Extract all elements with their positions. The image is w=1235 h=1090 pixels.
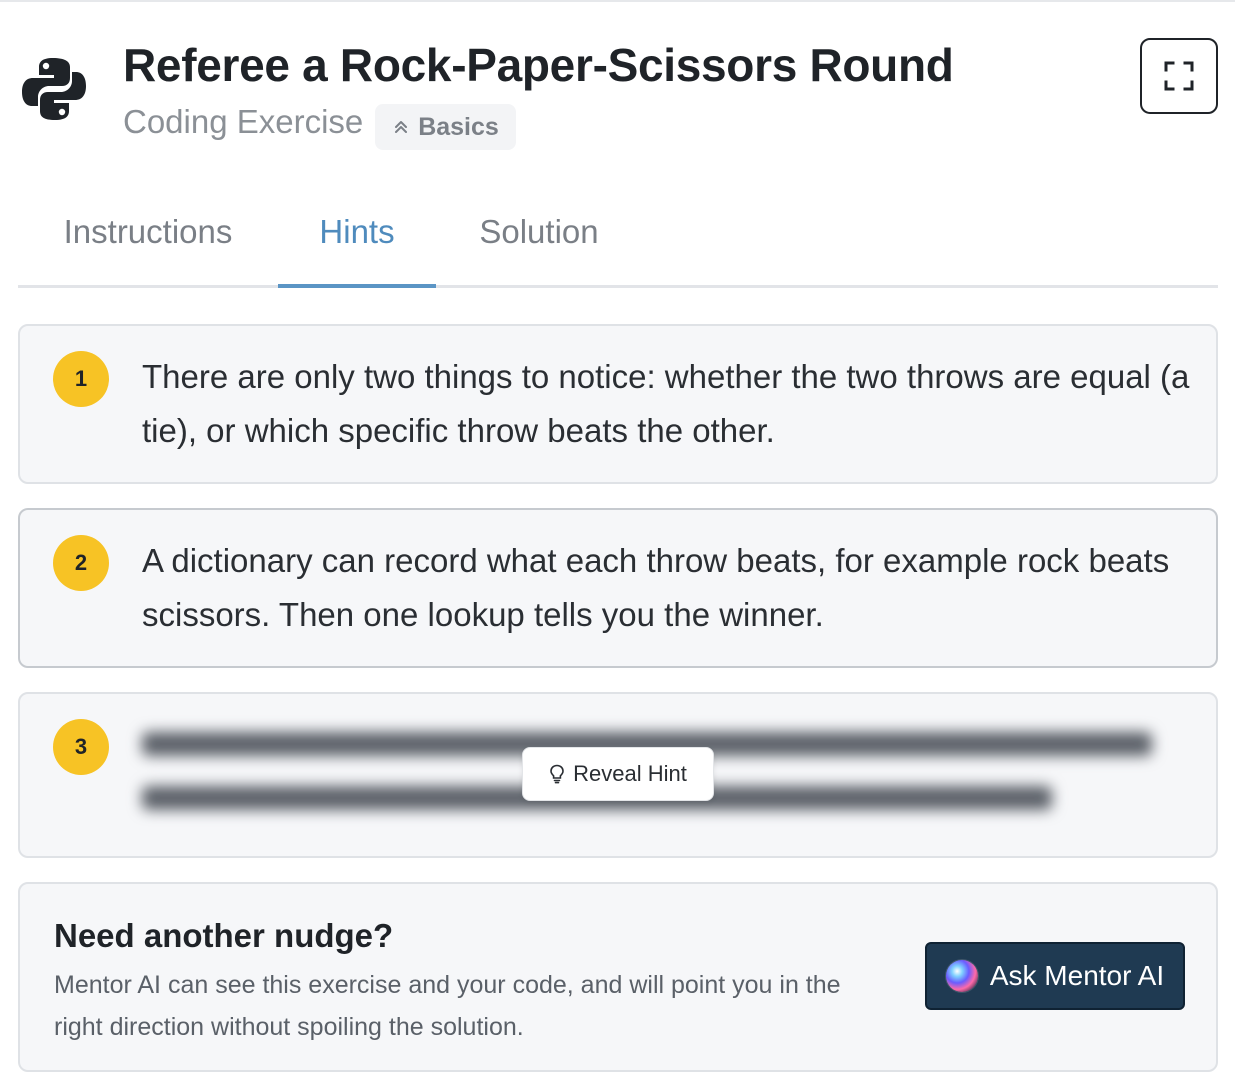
- mentor-ai-orb-icon: [945, 960, 978, 992]
- tab-hints[interactable]: Hints: [278, 200, 436, 288]
- hint-card-2: 2 A dictionary can record what each thro…: [18, 508, 1218, 668]
- page-title: Referee a Rock-Paper-Scissors Round: [123, 39, 954, 91]
- double-chevron-up-icon: [395, 121, 408, 133]
- hint-number-badge: 1: [53, 351, 109, 407]
- ask-mentor-ai-label: Ask Mentor AI: [989, 960, 1165, 991]
- lightbulb-icon: [550, 764, 564, 784]
- expand-icon: [1164, 61, 1194, 91]
- level-badge-label: Basics: [418, 112, 499, 141]
- tab-solution[interactable]: Solution: [474, 200, 604, 288]
- tab-bar: Instructions Hints Solution: [18, 200, 1218, 288]
- ask-mentor-ai-button[interactable]: Ask Mentor AI: [925, 942, 1185, 1010]
- top-divider: [0, 0, 1235, 2]
- hint-text: A dictionary can record what each throw …: [142, 542, 1170, 633]
- hint-number-badge: 3: [53, 719, 109, 775]
- hint-card-3: 3 Reveal Hint: [18, 692, 1218, 858]
- python-logo-icon: [22, 56, 86, 122]
- mentor-title: Need another nudge?: [54, 917, 394, 954]
- fullscreen-button[interactable]: [1140, 38, 1218, 114]
- level-badge: Basics: [375, 104, 516, 150]
- tab-instructions[interactable]: Instructions: [58, 200, 238, 288]
- hint-number-badge: 2: [53, 535, 109, 591]
- hint-card-1: 1 There are only two things to notice: w…: [18, 324, 1218, 484]
- reveal-hint-label: Reveal Hint: [573, 761, 687, 786]
- page-subtitle: Coding Exercise: [123, 103, 364, 140]
- reveal-hint-button[interactable]: Reveal Hint: [522, 747, 714, 801]
- mentor-card: Need another nudge? Mentor AI can see th…: [18, 882, 1218, 1072]
- hint-text: There are only two things to notice: whe…: [142, 358, 1190, 449]
- mentor-description: Mentor AI can see this exercise and your…: [54, 971, 841, 1041]
